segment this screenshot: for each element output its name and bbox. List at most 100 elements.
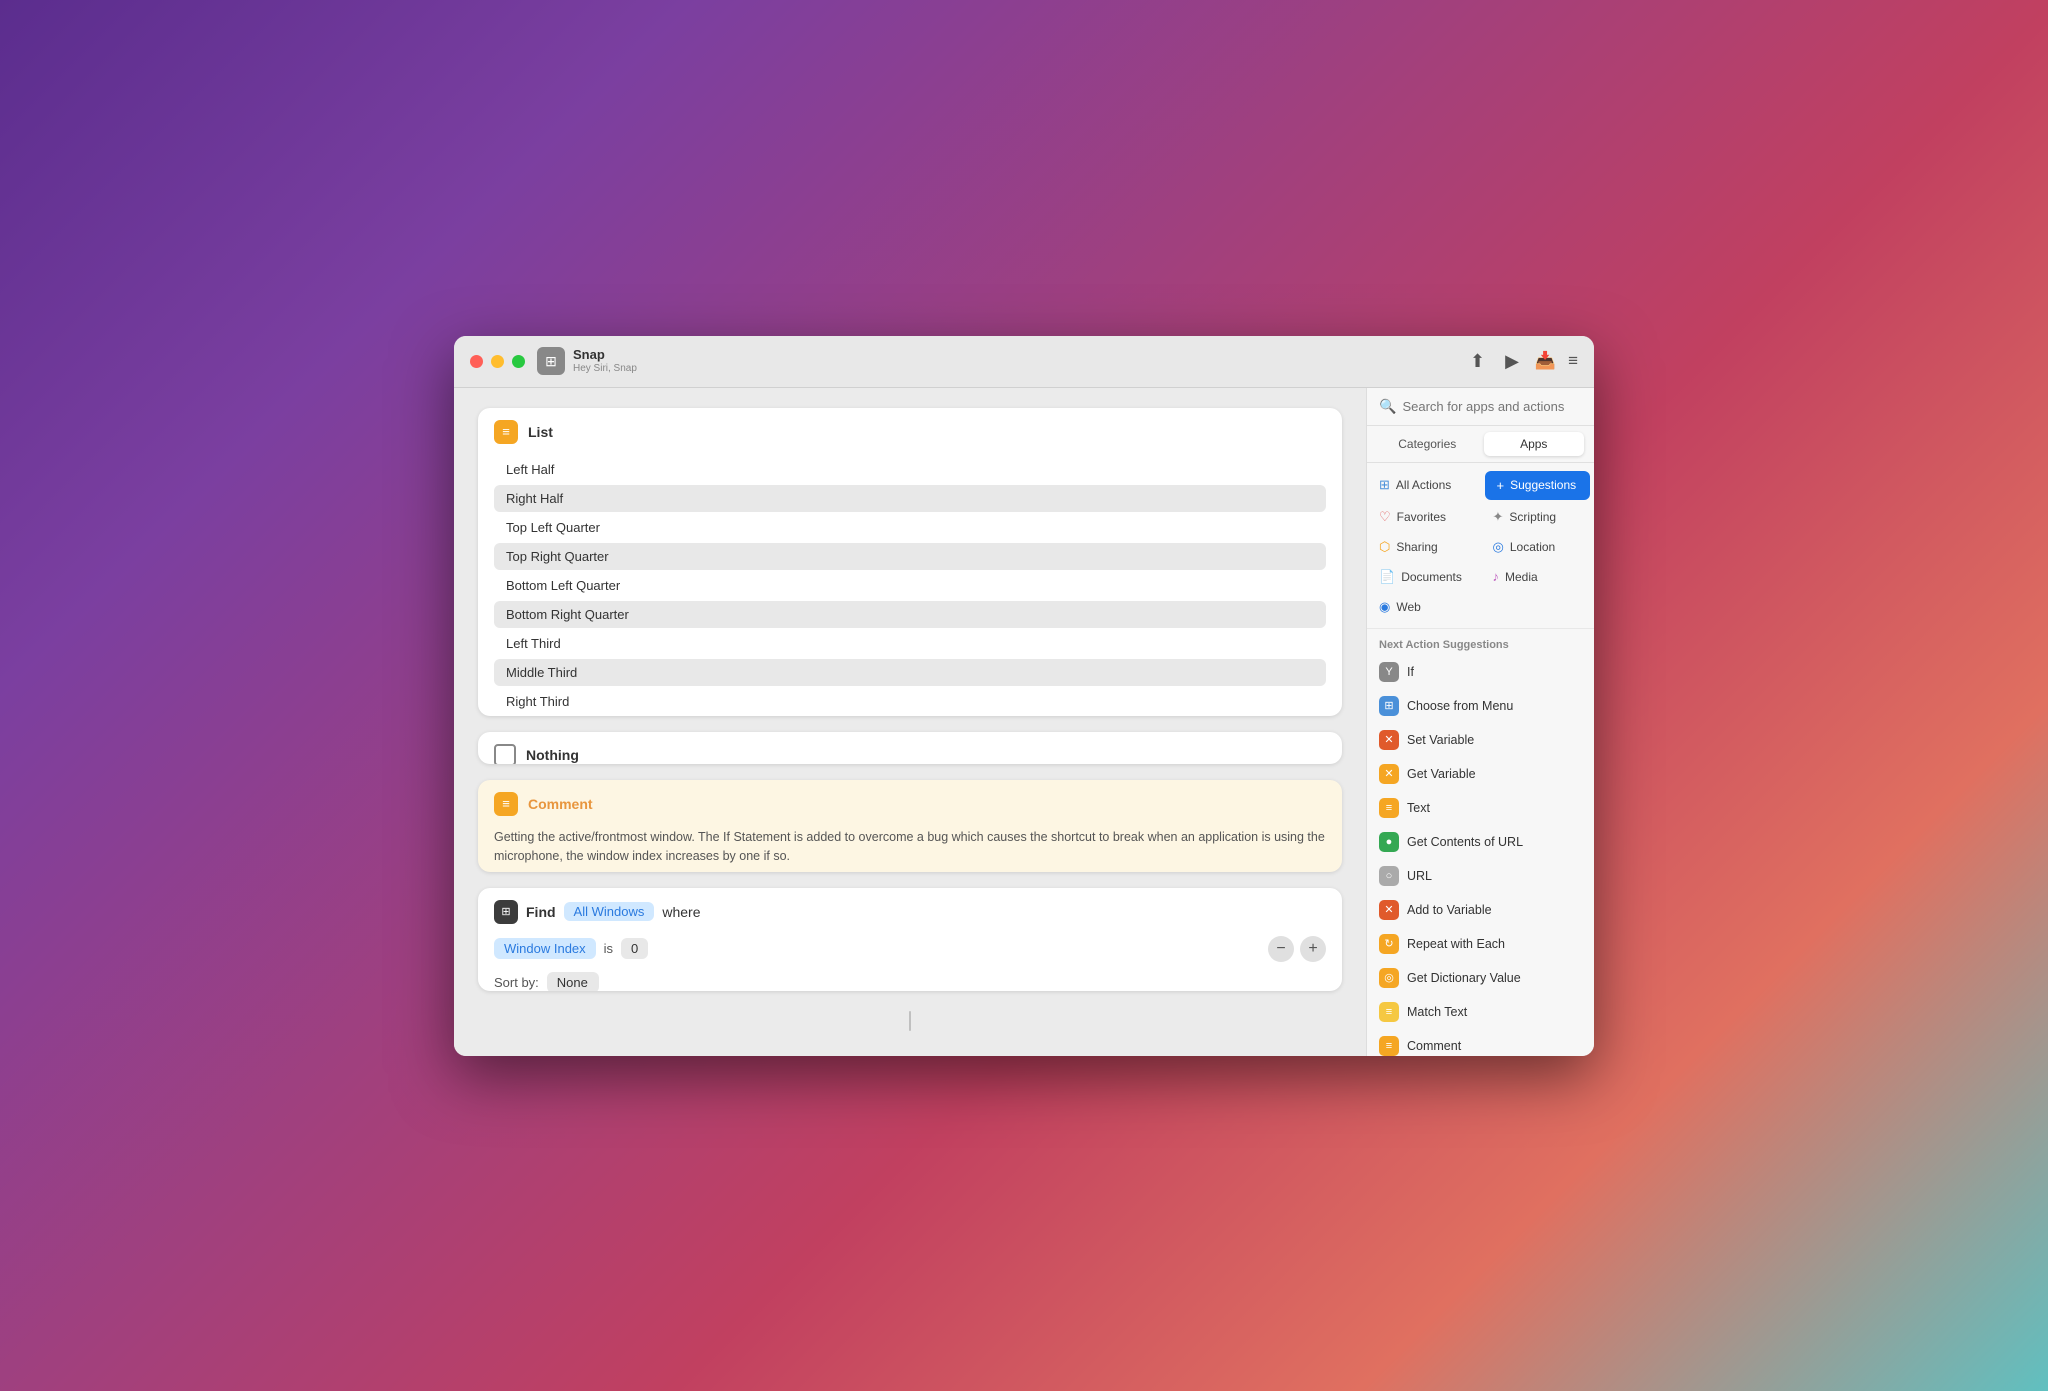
find-sort-label: Sort by:	[494, 975, 539, 990]
suggestion-item[interactable]: ● Get Contents of URL	[1367, 825, 1594, 859]
find-field[interactable]: Window Index	[494, 938, 596, 959]
category-item-web[interactable]: ◉Web	[1367, 592, 1481, 622]
app-icon: ⊞	[537, 347, 565, 375]
find-where: where	[662, 904, 700, 920]
list-item: Left Third	[494, 630, 1326, 657]
library-icon[interactable]: 📥	[1535, 351, 1556, 371]
find-card-header: ⊞ Find All Windows where	[478, 888, 1342, 936]
find-label: Find	[526, 904, 556, 920]
left-panel: ≡ List Left HalfRight HalfTop Left Quart…	[454, 388, 1366, 1056]
category-icon: ♪	[1493, 569, 1500, 584]
category-label: Suggestions	[1510, 478, 1576, 492]
category-item-scripting[interactable]: ✦ Scripting	[1481, 502, 1595, 532]
search-input[interactable]	[1402, 399, 1582, 414]
maximize-button[interactable]	[512, 355, 525, 368]
comment-icon: ≡	[494, 792, 518, 816]
category-label: Scripting	[1509, 510, 1556, 524]
right-panel: 🔍 Categories Apps ⊞All Actions+Suggestio…	[1366, 388, 1594, 1056]
close-button[interactable]	[470, 355, 483, 368]
suggestion-icon: ○	[1379, 866, 1399, 886]
find-sort-select[interactable]: None	[547, 972, 599, 992]
comment-title: Comment	[528, 796, 593, 812]
category-icon: ◉	[1379, 599, 1390, 615]
app-subtitle: Hey Siri, Snap	[573, 363, 637, 375]
category-item-all-actions[interactable]: ⊞All Actions	[1367, 469, 1481, 502]
suggestions-label: Next Action Suggestions	[1367, 629, 1594, 655]
tab-row: Categories Apps	[1367, 426, 1594, 463]
suggestion-label: Match Text	[1407, 1005, 1467, 1019]
tab-categories[interactable]: Categories	[1377, 432, 1478, 456]
list-title: List	[528, 424, 553, 440]
titlebar: ⊞ Snap Hey Siri, Snap ⬆ ▶ 📥 ≡	[454, 336, 1594, 388]
search-bar: 🔍	[1367, 388, 1594, 426]
categories-grid: ⊞All Actions+Suggestions♡Favorites ✦ Scrip…	[1367, 463, 1594, 629]
find-value[interactable]: 0	[621, 938, 648, 959]
list-item: Top Right Quarter	[494, 543, 1326, 570]
category-item-documents[interactable]: 📄Documents	[1367, 562, 1481, 592]
find-icon: ⊞	[494, 900, 518, 924]
suggestion-label: Get Dictionary Value	[1407, 971, 1521, 985]
find-op: is	[604, 941, 613, 956]
suggestion-icon: ✕	[1379, 900, 1399, 920]
suggestion-item[interactable]: ✕Set Variable	[1367, 723, 1594, 757]
suggestion-icon: ≡	[1379, 798, 1399, 818]
suggestion-item[interactable]: ↻ Repeat with Each	[1367, 927, 1594, 961]
list-item: Bottom Left Quarter	[494, 572, 1326, 599]
comment-card: ≡ Comment Getting the active/frontmost w…	[478, 780, 1342, 872]
suggestion-label: Repeat with Each	[1407, 937, 1505, 951]
scroll-indicator	[909, 1011, 911, 1031]
suggestion-item[interactable]: YIf	[1367, 655, 1594, 689]
main-window: ⊞ Snap Hey Siri, Snap ⬆ ▶ 📥 ≡ ≡ List	[454, 336, 1594, 1056]
settings-icon[interactable]: ≡	[1568, 351, 1578, 371]
list-items: Left HalfRight HalfTop Left QuarterTop R…	[478, 456, 1342, 716]
category-item-favorites[interactable]: ♡Favorites	[1367, 502, 1481, 532]
app-name: Snap	[573, 347, 637, 363]
suggestion-label: Choose from Menu	[1407, 699, 1513, 713]
category-icon: ◎	[1493, 539, 1504, 555]
category-item-media[interactable]: ♪Media	[1481, 562, 1595, 592]
suggestion-label: URL	[1407, 869, 1432, 883]
suggestion-item[interactable]: ≡Text	[1367, 791, 1594, 825]
suggestion-label: Set Variable	[1407, 733, 1474, 747]
minimize-button[interactable]	[491, 355, 504, 368]
suggestion-icon: ≡	[1379, 1002, 1399, 1022]
titlebar-actions: ⬆ ▶	[1470, 351, 1519, 372]
tab-apps[interactable]: Apps	[1484, 432, 1585, 456]
category-item-sharing[interactable]: ⬡Sharing	[1367, 532, 1481, 562]
comment-text: Getting the active/frontmost window. The…	[478, 828, 1342, 872]
find-minus-btn[interactable]: −	[1268, 936, 1294, 962]
suggestion-label: If	[1407, 665, 1414, 679]
traffic-lights	[470, 355, 525, 368]
suggestion-icon: ✕	[1379, 764, 1399, 784]
suggestion-label: Add to Variable	[1407, 903, 1492, 917]
category-icon: ✦	[1493, 509, 1504, 525]
suggestion-label: Get Contents of URL	[1407, 835, 1523, 849]
list-item: Top Left Quarter	[494, 514, 1326, 541]
suggestion-item[interactable]: ✕ Add to Variable	[1367, 893, 1594, 927]
suggestion-item[interactable]: ⊞ Choose from Menu	[1367, 689, 1594, 723]
category-item-location[interactable]: ◎ Location	[1481, 532, 1595, 562]
nothing-title: Nothing	[526, 747, 579, 763]
suggestion-icon: ●	[1379, 832, 1399, 852]
suggestion-icon: ↻	[1379, 934, 1399, 954]
find-body: Window Index is 0 − + Sort by: None	[478, 936, 1342, 992]
find-target[interactable]: All Windows	[564, 902, 655, 921]
suggestion-item[interactable]: ≡ Match Text	[1367, 995, 1594, 1029]
main-content: ≡ List Left HalfRight HalfTop Left Quart…	[454, 388, 1594, 1056]
category-label: Location	[1510, 540, 1555, 554]
suggestion-icon: ⊞	[1379, 696, 1399, 716]
category-label: Favorites	[1397, 510, 1446, 524]
share-icon[interactable]: ⬆	[1470, 351, 1485, 372]
category-item-suggestions[interactable]: +Suggestions	[1485, 471, 1591, 500]
suggestion-label: Get Variable	[1407, 767, 1476, 781]
list-item: Left Half	[494, 456, 1326, 483]
search-icon: 🔍	[1379, 398, 1396, 415]
play-icon[interactable]: ▶	[1505, 351, 1519, 372]
suggestion-item[interactable]: ≡Comment	[1367, 1029, 1594, 1056]
find-plus-btn[interactable]: +	[1300, 936, 1326, 962]
nothing-icon	[494, 744, 516, 764]
category-icon: ⬡	[1379, 539, 1390, 555]
suggestion-item[interactable]: ◎Get Dictionary Value	[1367, 961, 1594, 995]
suggestion-item[interactable]: ✕ Get Variable	[1367, 757, 1594, 791]
suggestion-item[interactable]: ○ URL	[1367, 859, 1594, 893]
